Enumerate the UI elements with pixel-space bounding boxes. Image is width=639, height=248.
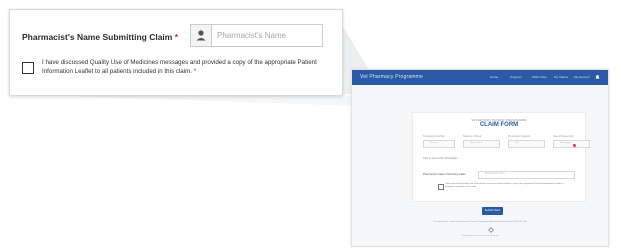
remove-row-icon[interactable] xyxy=(573,144,576,147)
pharmacist-name-label-small: Pharmacist's Name Submitting Claim xyxy=(423,173,466,176)
consent-text-small: I have discussed Quality Use of Medicine… xyxy=(445,183,564,188)
bell-icon[interactable] xyxy=(595,74,600,80)
form-title: CLAIM FORM xyxy=(479,122,519,128)
pharmacist-name-label: Pharmacist's Name Submitting Claim * xyxy=(22,32,179,42)
nav-claim-now[interactable]: Claim Now xyxy=(532,75,547,79)
consent-required-asterisk: * xyxy=(193,67,197,75)
claim-form-card: VETERINARY PATIENT PROGRAMME CLAIM FORM … xyxy=(412,112,590,202)
user-icon xyxy=(191,25,212,46)
assistance-footnote: For assistance, contact the Veterinary P… xyxy=(433,221,527,223)
medicine-select[interactable]: Please select xyxy=(463,140,500,148)
nav-home[interactable]: Home xyxy=(490,75,498,79)
col-date-of-dispensing: Date of Dispensing xyxy=(553,135,574,138)
pharmacist-name-field[interactable] xyxy=(190,24,323,47)
nav-program[interactable]: Program xyxy=(510,75,522,79)
navbar: Vet Pharmacy Programme Home Program Clai… xyxy=(352,70,608,85)
col-prescription-number: Prescription Number xyxy=(423,135,445,138)
consent-text: I have discussed Quality Use of Medicine… xyxy=(42,59,317,75)
quantity-input[interactable]: Qty xyxy=(508,140,545,148)
brand-logo-text: Vet Pharmacy Programme xyxy=(360,74,424,80)
pharmacist-name-row: Pharmacist's Name Submitting Claim Pharm… xyxy=(423,171,575,179)
prescription-number-input[interactable]: Number xyxy=(423,140,455,148)
required-asterisk: * xyxy=(174,32,179,42)
add-prescription-link[interactable]: Click to add another Prescription xyxy=(423,157,458,160)
pharmacist-name-input-small[interactable]: Pharmacist's Name xyxy=(478,171,575,179)
pharmacist-name-input[interactable] xyxy=(213,25,322,46)
submit-claim-button[interactable]: Submit Claim xyxy=(482,207,503,215)
nav-my-account[interactable]: My Account xyxy=(574,75,590,79)
logo-mark xyxy=(488,227,494,233)
page-thumbnail: Vet Pharmacy Programme Home Program Clai… xyxy=(351,69,609,247)
dispensing-date-input[interactable]: dd/mm/yyyy xyxy=(553,140,590,148)
col-prescription-quantity: Prescription Quantity xyxy=(508,135,531,138)
nav-my-claims[interactable]: My Claims xyxy=(554,75,568,79)
consent-checkbox[interactable] xyxy=(22,62,34,74)
zoom-callout: Pharmacist's Name Submitting Claim * I h… xyxy=(9,9,343,96)
consent-checkbox-small[interactable] xyxy=(438,184,444,190)
footer-text: Supported by the Pharmacy Guild of Austr… xyxy=(461,235,499,237)
col-medicine-offered: Medicine Offered xyxy=(463,135,482,138)
